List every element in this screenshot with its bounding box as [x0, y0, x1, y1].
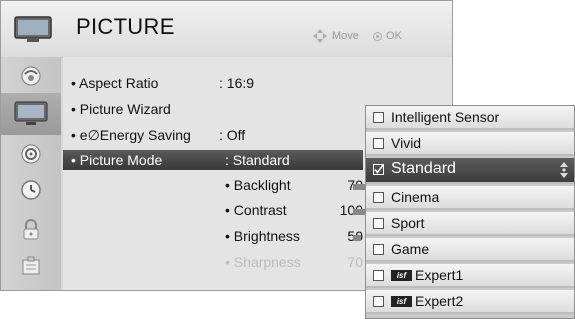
energy-saving-value: : Off: [219, 127, 246, 143]
picture-mode-label: • Picture Mode: [71, 152, 163, 168]
hint-move-label: Move: [332, 30, 359, 42]
menu-item-picture-mode[interactable]: • Picture Mode : Standard: [63, 150, 363, 170]
checkbox[interactable]: [373, 138, 384, 149]
option-label: Vivid: [391, 135, 422, 151]
option-expert2[interactable]: isf Expert2: [366, 290, 574, 314]
checkbox-checked[interactable]: [373, 164, 384, 175]
menu-item-sharpness: • Sharpness 70: [225, 254, 363, 270]
picture-mode-value: : Standard: [225, 152, 290, 168]
menu-item-picture-wizard[interactable]: • Picture Wizard: [71, 101, 171, 117]
energy-saving-label: • e∅Energy Saving: [71, 127, 191, 143]
clock-icon[interactable]: [16, 177, 46, 203]
hint-ok-label: OK: [386, 30, 402, 42]
checkbox[interactable]: [373, 218, 384, 229]
menu-item-aspect-ratio[interactable]: • Aspect Ratio : 16:9: [71, 75, 254, 91]
aspect-ratio-value: : 16:9: [219, 75, 255, 91]
up-down-arrows-icon: [560, 162, 568, 178]
picture-mode-dropdown: Intelligent Sensor Vivid Standard Cinema…: [365, 105, 575, 319]
lock-icon[interactable]: [16, 217, 46, 243]
speaker-icon[interactable]: [16, 141, 46, 167]
option-label: Expert1: [415, 267, 464, 283]
menu-header: PICTURE Move OK: [1, 1, 452, 58]
option-intelligent-sensor[interactable]: Intelligent Sensor: [366, 106, 574, 130]
option-cinema[interactable]: Cinema: [366, 186, 574, 210]
menu-item-backlight[interactable]: • Backlight 70: [225, 177, 363, 193]
backlight-label: • Backlight: [225, 177, 291, 193]
checkmark-icon: [374, 164, 384, 174]
isf-badge-icon: isf: [391, 296, 412, 307]
option-box-icon[interactable]: [16, 253, 46, 279]
option-sport[interactable]: Sport: [366, 212, 574, 236]
isf-badge-icon: isf: [391, 270, 412, 281]
page-title: PICTURE: [76, 14, 175, 39]
picture-wizard-label: • Picture Wizard: [71, 101, 171, 117]
option-label: Standard: [391, 160, 456, 177]
ok-button-icon: [373, 32, 382, 41]
move-arrows-icon: [313, 29, 327, 43]
checkbox[interactable]: [373, 296, 384, 307]
option-label: Game: [391, 241, 430, 257]
checkbox[interactable]: [373, 244, 384, 255]
sharpness-label: • Sharpness: [225, 254, 301, 270]
option-vivid[interactable]: Vivid: [366, 132, 574, 156]
satellite-dish-icon[interactable]: [16, 63, 46, 89]
checkbox[interactable]: [373, 112, 384, 123]
checkbox[interactable]: [373, 270, 384, 281]
option-label: Sport: [391, 215, 425, 231]
tv-screen-icon[interactable]: [1, 93, 61, 135]
option-label: Intelligent Sensor: [391, 109, 500, 125]
brightness-slider-bar[interactable]: [353, 235, 361, 241]
option-label: Cinema: [391, 189, 440, 205]
option-label: Expert2: [415, 293, 464, 309]
option-game[interactable]: Game: [366, 238, 574, 262]
option-standard[interactable]: Standard: [366, 158, 574, 184]
menu-item-energy-saving[interactable]: • e∅Energy Saving : Off: [71, 127, 245, 144]
category-sidebar: [1, 57, 61, 290]
sharpness-value: 70: [347, 254, 363, 270]
contrast-label: • Contrast: [225, 202, 287, 218]
checkbox[interactable]: [373, 192, 384, 203]
menu-item-contrast[interactable]: • Contrast 100: [225, 202, 363, 218]
option-expert1[interactable]: isf Expert1: [366, 264, 574, 288]
menu-item-brightness[interactable]: • Brightness 50: [225, 228, 363, 244]
brightness-label: • Brightness: [225, 228, 300, 244]
aspect-ratio-label: • Aspect Ratio: [71, 75, 159, 91]
tv-icon: [14, 16, 52, 42]
